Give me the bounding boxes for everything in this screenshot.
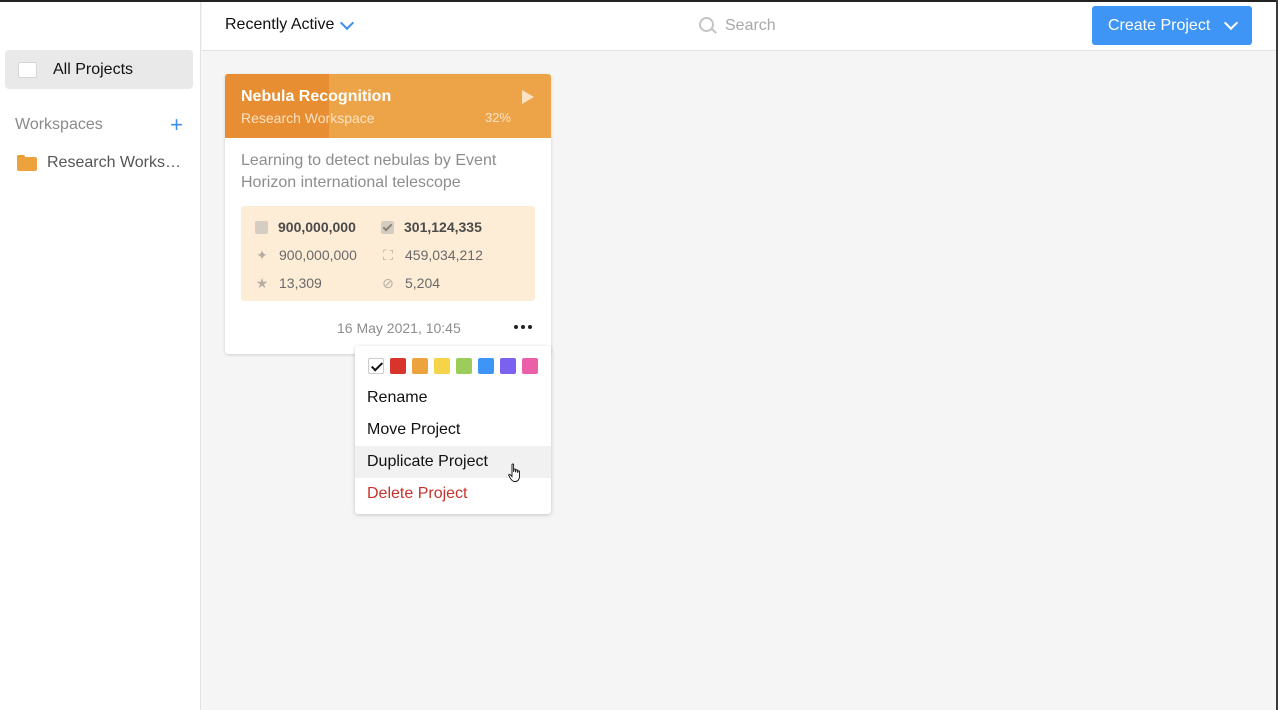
stat-value: 459,034,212 — [405, 247, 483, 263]
project-title: Nebula Recognition — [241, 88, 392, 105]
stat-predictions: ✦ 900,000,000 — [255, 247, 357, 263]
sidebar-item-label: Research Workspace — [47, 154, 185, 171]
stat-starred: ★ 13,309 — [255, 275, 322, 291]
sidebar-item-research-workspace[interactable]: Research Workspace — [17, 154, 189, 172]
project-card[interactable]: Nebula Recognition Research Workspace 32… — [225, 74, 551, 354]
add-workspace-icon[interactable]: + — [170, 114, 183, 136]
folder-icon — [18, 61, 37, 78]
project-card-header: Nebula Recognition Research Workspace 32… — [225, 74, 551, 138]
progress-percent: 32% — [484, 110, 511, 125]
top-bar: Recently Active Create Project — [202, 2, 1276, 51]
stat-value: 13,309 — [279, 275, 322, 291]
color-swatch-6[interactable] — [500, 358, 516, 374]
menu-item-move-project[interactable]: Move Project — [355, 414, 551, 446]
folder-icon — [17, 155, 37, 171]
bounding-box-icon: ⛶ — [383, 247, 393, 263]
sidebar-item-label: All Projects — [53, 60, 134, 78]
color-swatch-5[interactable] — [478, 358, 494, 374]
stat-completed: 301,124,335 — [381, 219, 482, 235]
sparkle-icon: ✦ — [256, 247, 268, 263]
progress-fill — [225, 74, 330, 138]
color-swatch-7[interactable] — [522, 358, 538, 374]
stat-value: 5,204 — [405, 275, 441, 291]
stat-value: 301,124,335 — [404, 219, 482, 235]
stat-value: 900,000,000 — [279, 247, 357, 263]
stat-skipped: ⊘ 5,204 — [381, 275, 440, 291]
star-icon: ★ — [255, 275, 269, 291]
color-swatch-4[interactable] — [456, 358, 472, 374]
color-swatches — [368, 358, 544, 374]
create-project-label: Create Project — [1108, 16, 1211, 34]
workspaces-label: Workspaces — [15, 116, 103, 133]
project-stats: 900,000,000 301,124,335 ✦ 900,000,000 ⛶ … — [241, 206, 535, 301]
chevron-down-icon[interactable] — [1224, 15, 1239, 31]
stat-annotations: ⛶ 459,034,212 — [381, 247, 483, 263]
project-date: 16 May 2021, 10:45 — [337, 320, 461, 336]
more-options-icon[interactable] — [514, 325, 535, 329]
project-context-menu: Rename Move Project Duplicate Project De… — [355, 346, 551, 514]
chevron-down-icon — [340, 15, 355, 30]
project-description: Learning to detect nebulas by Event Hori… — [241, 152, 497, 191]
menu-item-rename[interactable]: Rename — [355, 382, 551, 414]
workspaces-header: Workspaces + — [15, 114, 183, 136]
play-icon[interactable] — [522, 90, 534, 104]
sort-dropdown[interactable]: Recently Active — [225, 15, 355, 34]
sort-label: Recently Active — [225, 16, 335, 33]
color-swatch-1[interactable] — [390, 358, 406, 374]
tasks-icon — [255, 220, 268, 234]
search-box — [699, 14, 999, 38]
stat-total-tasks: 900,000,000 — [255, 219, 356, 235]
checkbox-icon — [381, 220, 394, 234]
search-icon — [699, 17, 717, 35]
hand-cursor-icon — [508, 463, 520, 482]
stat-value: 900,000,000 — [278, 219, 356, 235]
color-swatch-2[interactable] — [412, 358, 428, 374]
color-swatch-3[interactable] — [434, 358, 450, 374]
project-workspace: Research Workspace — [241, 110, 375, 126]
sidebar-item-all-projects[interactable]: All Projects — [5, 50, 193, 89]
sidebar: All Projects Workspaces + Research Works… — [0, 2, 201, 710]
skip-icon: ⊘ — [382, 275, 394, 291]
create-project-button[interactable]: Create Project — [1092, 6, 1252, 45]
color-swatch-none[interactable] — [368, 358, 384, 374]
search-input[interactable] — [723, 16, 967, 36]
